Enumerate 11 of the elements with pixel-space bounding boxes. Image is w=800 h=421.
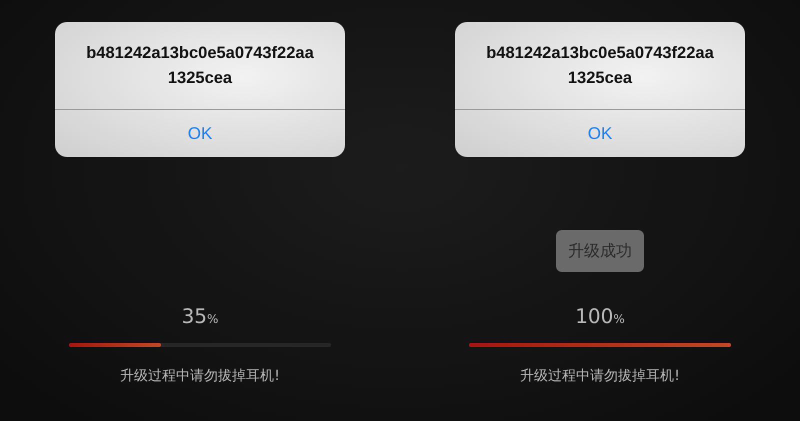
progress-percent: 100	[575, 304, 614, 328]
percent-unit: %	[207, 312, 218, 326]
ok-button[interactable]: OK	[455, 110, 745, 157]
alert-message: b481242a13bc0e5a0743f22aa1325cea	[85, 42, 315, 88]
ok-button[interactable]: OK	[55, 110, 345, 157]
percent-unit: %	[613, 312, 625, 326]
alert-message: b481242a13bc0e5a0743f22aa1325cea	[485, 42, 715, 88]
progress-percent: 35	[182, 304, 208, 328]
warning-text: 升级过程中请勿拔掉耳机!	[120, 367, 280, 385]
warning-text: 升级过程中请勿拔掉耳机!	[520, 367, 680, 385]
success-toast: 升级成功	[556, 230, 644, 272]
